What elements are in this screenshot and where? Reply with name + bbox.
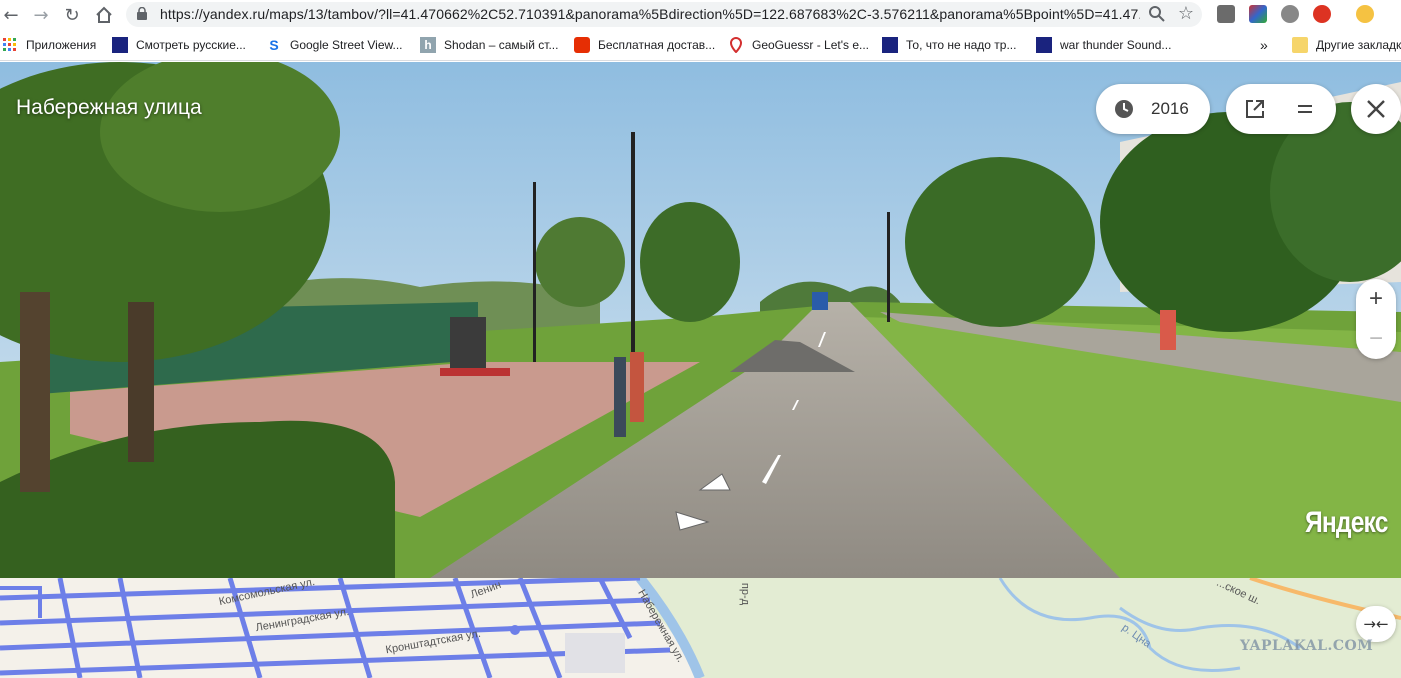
- zoom-control: + −: [1356, 279, 1396, 359]
- close-panorama-button[interactable]: [1351, 84, 1401, 134]
- other-bookmarks[interactable]: Другие закладки: [1292, 37, 1401, 53]
- bookmark-label: Приложения: [26, 38, 97, 52]
- street-name: Набережная улица: [16, 96, 202, 119]
- share-external-icon[interactable]: [1244, 98, 1266, 120]
- lock-icon: [137, 7, 147, 20]
- site-favicon: [882, 37, 898, 53]
- bookmark-label: Google Street View...: [290, 38, 403, 52]
- other-bookmarks-label: Другие закладки: [1316, 38, 1401, 52]
- bookmark-item[interactable]: war thunder Sound...: [1036, 37, 1171, 53]
- back-icon[interactable]: ←: [0, 4, 22, 26]
- address-bar[interactable]: https://yandex.ru/maps/13/tambov/?ll=41.…: [126, 2, 1202, 27]
- extension-icon[interactable]: [1249, 5, 1267, 23]
- bookmark-label: Shodan – самый ст...: [444, 38, 559, 52]
- clock-icon: [1115, 100, 1133, 118]
- bookmark-item[interactable]: S Google Street View...: [266, 37, 403, 53]
- extension-icon[interactable]: [1217, 5, 1235, 23]
- navigation-arrow-forward[interactable]: [696, 472, 736, 494]
- url-text[interactable]: https://yandex.ru/maps/13/tambov/?ll=41.…: [160, 6, 1140, 22]
- geoguessr-pin-favicon: [729, 37, 743, 53]
- extension-icon[interactable]: [1281, 5, 1299, 23]
- bookmark-item[interactable]: GeoGuessr - Let's e...: [728, 37, 869, 53]
- bookmark-item[interactable]: Бесплатная достав...: [574, 37, 715, 53]
- panorama-actions: [1226, 84, 1336, 134]
- browser-toolbar: ← → ↻ https://yandex.ru/maps/13/tambov/?…: [0, 0, 1401, 30]
- street-panorama[interactable]: Набережная улица 2016 + − Яндекс: [0, 62, 1401, 578]
- menu-icon[interactable]: [1296, 100, 1314, 118]
- zoom-out-button[interactable]: −: [1356, 319, 1396, 359]
- panorama-year: 2016: [1151, 99, 1189, 118]
- bookmark-label: То, что не надо тр...: [906, 38, 1017, 52]
- map-roads: [0, 578, 1401, 678]
- folder-icon: [1292, 37, 1308, 53]
- bookmark-label: Бесплатная достав...: [598, 38, 716, 52]
- reload-icon[interactable]: ↻: [61, 4, 83, 26]
- bookmark-label: Смотреть русские...: [136, 38, 246, 52]
- bookmark-item[interactable]: h Shodan – самый ст...: [420, 37, 558, 53]
- bookmarks-overflow-button[interactable]: »: [1260, 37, 1268, 53]
- zoom-in-button[interactable]: +: [1356, 279, 1396, 319]
- panorama-image: [0, 62, 1401, 578]
- close-icon: [1367, 100, 1385, 118]
- home-icon[interactable]: [93, 4, 115, 26]
- apps-grid-icon: [3, 38, 16, 51]
- map-street-label: пр-д: [739, 582, 752, 606]
- zoom-magnifier-icon[interactable]: [1148, 5, 1166, 23]
- collapse-map-button[interactable]: →←: [1356, 606, 1396, 642]
- bookmark-label: GeoGuessr - Let's e...: [752, 38, 870, 52]
- shodan-favicon: h: [420, 37, 436, 53]
- adblock-icon[interactable]: [1313, 5, 1331, 23]
- site-favicon: [1036, 37, 1052, 53]
- navigation-arrow-back[interactable]: [672, 508, 712, 534]
- streetview-favicon: S: [266, 37, 282, 53]
- yandex-logo: Яндекс: [1305, 506, 1388, 539]
- bookmark-item[interactable]: То, что не надо тр...: [882, 37, 1016, 53]
- watermark: YAPLAKAL.COM: [1240, 638, 1374, 654]
- forward-icon[interactable]: →: [30, 4, 52, 26]
- bookmark-apps[interactable]: Приложения: [2, 37, 96, 53]
- bookmarks-bar: Приложения Смотреть русские... S Google …: [0, 30, 1401, 61]
- mini-map[interactable]: Комсомольская ул. Ленинградская ул. Крон…: [0, 578, 1401, 678]
- bookmark-item[interactable]: Смотреть русские...: [112, 37, 246, 53]
- site-favicon: [112, 37, 128, 53]
- bookmark-label: war thunder Sound...: [1060, 38, 1172, 52]
- bookmark-star-icon[interactable]: ☆: [1178, 3, 1194, 24]
- emoji-extension-icon[interactable]: [1356, 5, 1374, 23]
- aliexpress-favicon: [574, 37, 590, 53]
- history-year-button[interactable]: 2016: [1096, 84, 1210, 134]
